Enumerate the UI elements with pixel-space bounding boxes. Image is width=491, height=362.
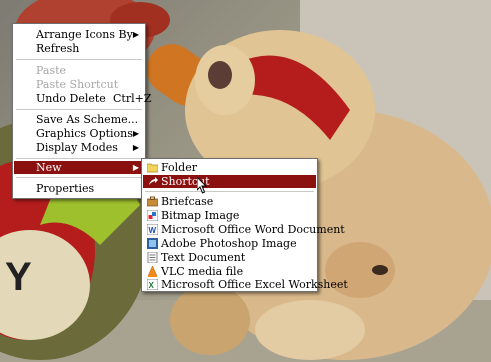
menu-item-new[interactable]: New ▶	[14, 161, 144, 174]
menu-separator	[16, 158, 142, 159]
menu-item-display-modes[interactable]: Display Modes ▶	[14, 141, 144, 154]
photoshop-icon	[147, 238, 158, 249]
bitmap-icon	[147, 210, 158, 221]
submenu-item-text-document[interactable]: Text Document	[143, 251, 316, 264]
menu-item-label: Save As Scheme...	[36, 113, 139, 126]
desktop-context-menu: Arrange Icons By ▶ Refresh Paste Paste S…	[12, 23, 151, 199]
menu-item-label: Briefcase	[161, 195, 214, 208]
menu-item-label: Bitmap Image	[161, 209, 240, 222]
menu-separator	[16, 177, 142, 178]
mouse-cursor-icon	[197, 177, 208, 194]
menu-item-label: Arrange Icons By	[36, 28, 133, 41]
shortcut-icon	[149, 177, 158, 185]
submenu-item-excel-worksheet[interactable]: X Microsoft Office Excel Worksheet	[143, 278, 348, 291]
submenu-arrow-icon: ▶	[132, 143, 139, 152]
menu-item-save-as-scheme[interactable]: Save As Scheme...	[14, 113, 144, 126]
folder-icon	[147, 163, 158, 173]
menu-item-shortcut-key: Ctrl+Z	[113, 92, 152, 105]
submenu-arrow-icon: ▶	[132, 163, 139, 172]
excel-worksheet-icon: X	[147, 279, 158, 290]
briefcase-icon	[147, 196, 158, 207]
submenu-arrow-icon: ▶	[132, 129, 139, 138]
menu-item-label: VLC media file	[161, 265, 244, 278]
menu-item-label: Adobe Photoshop Image	[161, 237, 297, 250]
menu-item-label: Display Modes	[36, 141, 118, 154]
menu-item-graphics-options[interactable]: Graphics Options ▶	[14, 127, 144, 140]
menu-item-refresh[interactable]: Refresh	[14, 42, 144, 55]
text-document-icon	[147, 252, 158, 263]
vlc-icon	[147, 266, 158, 277]
menu-item-label: Text Document	[161, 251, 246, 264]
submenu-item-bitmap-image[interactable]: Bitmap Image	[143, 209, 316, 222]
menu-item-paste: Paste	[14, 64, 144, 77]
submenu-item-word-document[interactable]: W Microsoft Office Word Document	[143, 223, 345, 236]
menu-item-label: Properties	[36, 182, 95, 195]
menu-item-label: Paste Shortcut	[36, 78, 119, 91]
menu-item-label: New	[36, 161, 62, 174]
submenu-item-briefcase[interactable]: Briefcase	[143, 195, 316, 208]
menu-item-properties[interactable]: Properties	[14, 182, 144, 195]
new-submenu: Folder Shortcut Briefcase Bitmap Image W…	[141, 158, 348, 292]
menu-separator	[145, 191, 314, 192]
menu-item-paste-shortcut: Paste Shortcut	[14, 78, 144, 91]
word-document-icon: W	[147, 224, 158, 235]
svg-text:Y: Y	[5, 255, 32, 299]
menu-item-label: Microsoft Office Word Document	[161, 223, 345, 236]
menu-separator	[16, 109, 142, 110]
svg-text:W: W	[149, 226, 157, 235]
menu-item-label: Folder	[161, 161, 197, 174]
menu-item-label: Refresh	[36, 42, 80, 55]
menu-item-undo-delete[interactable]: Undo Delete Ctrl+Z	[14, 92, 151, 105]
menu-item-label: Graphics Options	[36, 127, 133, 140]
submenu-item-vlc-media-file[interactable]: VLC media file	[143, 265, 316, 278]
menu-item-arrange-icons-by[interactable]: Arrange Icons By ▶	[14, 28, 144, 41]
submenu-item-shortcut[interactable]: Shortcut	[143, 175, 316, 188]
menu-item-label: Paste	[36, 64, 67, 77]
submenu-item-photoshop-image[interactable]: Adobe Photoshop Image	[143, 237, 316, 250]
svg-text:X: X	[149, 281, 155, 290]
submenu-item-folder[interactable]: Folder	[143, 161, 316, 174]
submenu-arrow-icon: ▶	[132, 30, 139, 39]
menu-item-label: Undo Delete	[36, 92, 106, 105]
menu-item-label: Microsoft Office Excel Worksheet	[161, 278, 348, 291]
menu-separator	[16, 59, 142, 60]
